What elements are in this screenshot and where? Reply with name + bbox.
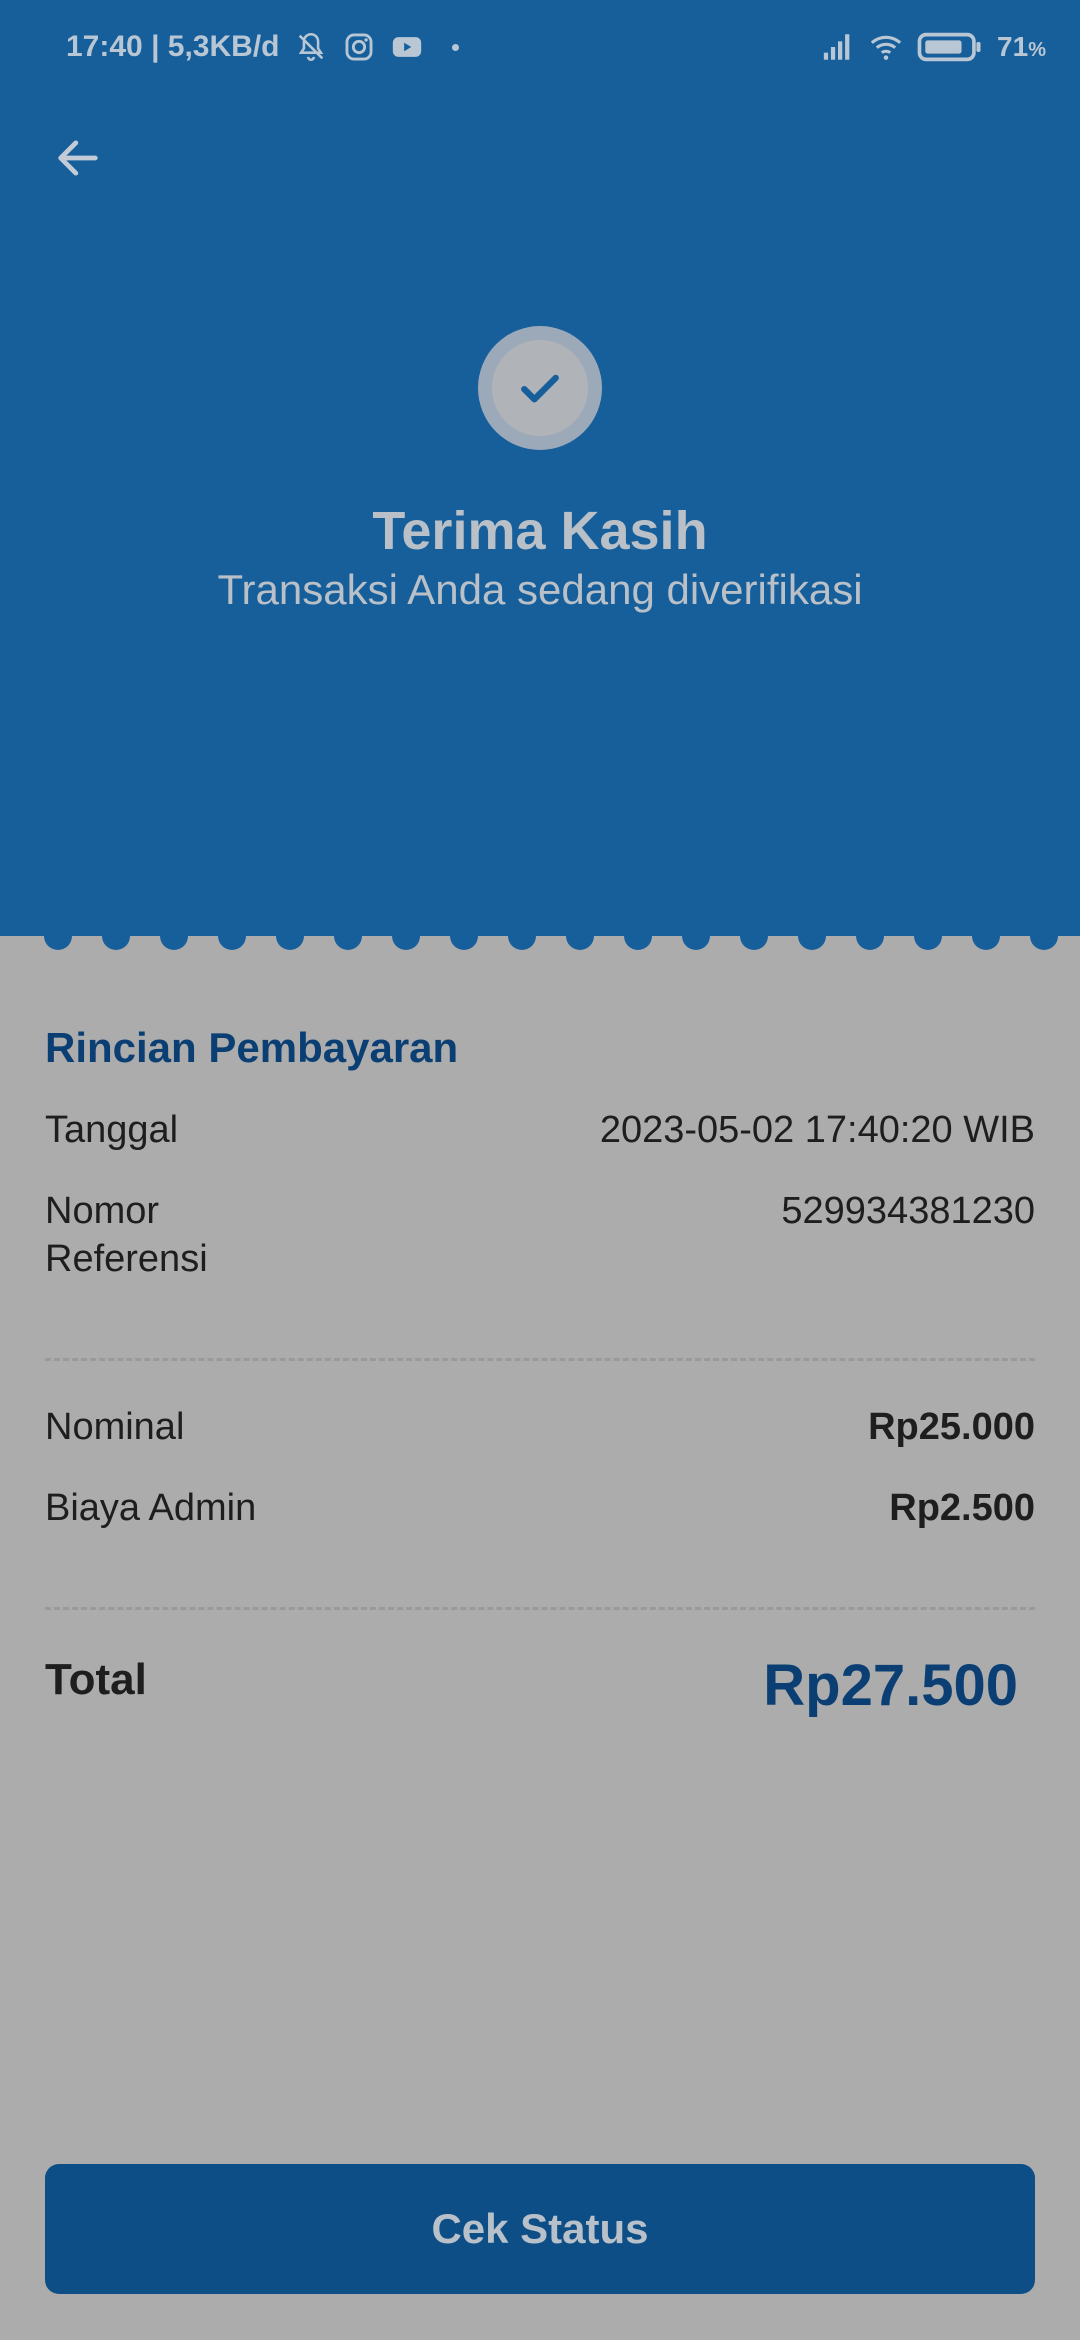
total-label: Total bbox=[45, 1655, 147, 1704]
arrow-left-icon bbox=[58, 140, 98, 176]
status-bar: 17:40 | 5,3KB/d 71% bbox=[0, 0, 1080, 100]
reference-label: Nomor Referensi bbox=[45, 1190, 208, 1280]
battery-percent: 71% bbox=[997, 31, 1046, 62]
wifi-icon bbox=[870, 35, 902, 60]
section-title: Rincian Pembayaran bbox=[45, 1024, 459, 1071]
checkmark-icon bbox=[521, 374, 559, 403]
date-row: Tanggal 2023-05-02 17:40:20 WIB bbox=[45, 1106, 1035, 1156]
bell-muted-icon bbox=[298, 32, 323, 61]
battery-icon bbox=[917, 32, 981, 62]
receipt-scallop-edge bbox=[44, 922, 1058, 950]
dashed-divider bbox=[45, 1358, 1035, 1361]
thank-you-title: Terima Kasih bbox=[372, 501, 708, 561]
reference-value: 529934381230 bbox=[781, 1190, 1035, 1232]
date-value: 2023-05-02 17:40:20 WIB bbox=[599, 1109, 1035, 1151]
dashed-divider bbox=[45, 1607, 1035, 1610]
youtube-icon bbox=[392, 37, 421, 57]
nominal-value: Rp25.000 bbox=[868, 1406, 1035, 1448]
success-badge bbox=[478, 326, 602, 450]
admin-fee-label: Biaya Admin bbox=[45, 1487, 257, 1529]
notification-dot-icon bbox=[451, 43, 459, 51]
check-status-button[interactable]: Cek Status bbox=[45, 2164, 1035, 2294]
header-banner: 17:40 | 5,3KB/d 71% Terima Kasih Transak… bbox=[0, 0, 1080, 936]
verification-subtitle: Transaksi Anda sedang diverifikasi bbox=[217, 566, 863, 613]
signal-icon bbox=[823, 34, 850, 60]
admin-fee-value: Rp2.500 bbox=[889, 1487, 1035, 1529]
back-button[interactable] bbox=[40, 120, 116, 196]
status-time: 17:40 | 5,3KB/d bbox=[66, 30, 280, 63]
date-label: Tanggal bbox=[45, 1109, 179, 1151]
total-value: Rp27.500 bbox=[763, 1653, 1018, 1718]
admin-fee-row: Biaya Admin Rp2.500 bbox=[45, 1484, 1035, 1534]
instagram-icon bbox=[345, 33, 372, 61]
reference-row: Nomor Referensi 529934381230 bbox=[45, 1187, 1035, 1287]
nominal-row: Nominal Rp25.000 bbox=[45, 1403, 1035, 1453]
nominal-label: Nominal bbox=[45, 1406, 185, 1448]
